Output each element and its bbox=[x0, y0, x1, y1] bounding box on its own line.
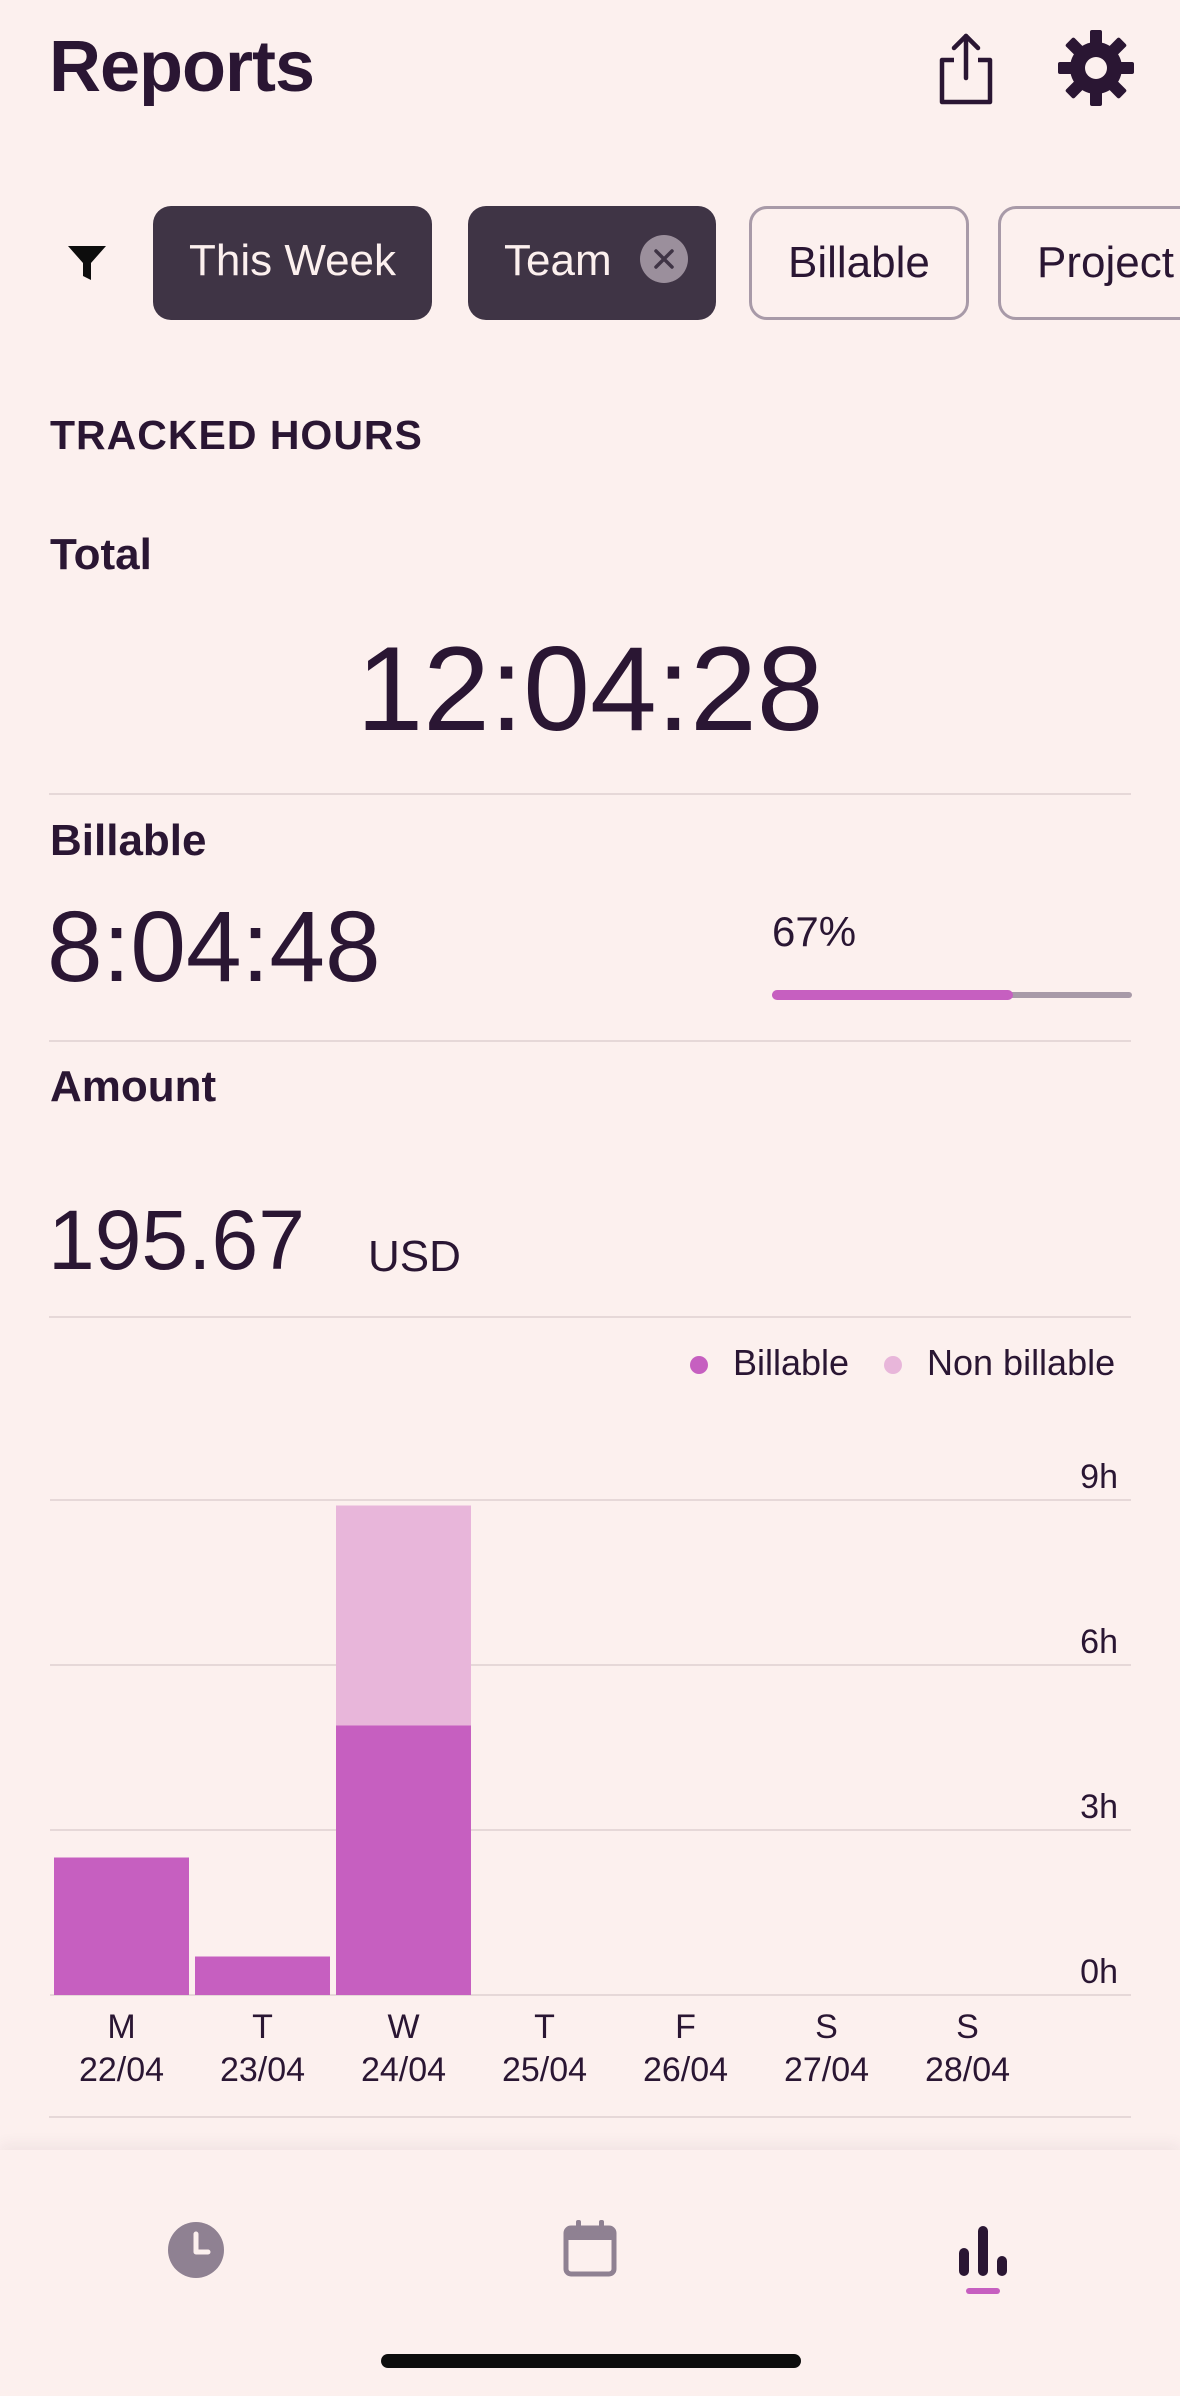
share-icon[interactable] bbox=[926, 28, 1006, 108]
clock-icon bbox=[168, 2222, 224, 2278]
nav-calendar[interactable] bbox=[550, 2210, 630, 2290]
divider bbox=[49, 1316, 1131, 1318]
bar-billable[interactable] bbox=[195, 1956, 330, 1996]
header: Reports bbox=[0, 0, 1180, 150]
divider bbox=[49, 1040, 1131, 1042]
legend-billable-dot bbox=[690, 1356, 708, 1374]
chip-this-week[interactable]: This Week bbox=[153, 206, 433, 320]
home-indicator bbox=[381, 2354, 801, 2368]
active-tab-indicator bbox=[966, 2288, 1000, 2294]
chip-project[interactable]: Project bbox=[998, 206, 1180, 320]
billable-progress-bar bbox=[772, 990, 1132, 1000]
x-tick-day: S bbox=[815, 2008, 838, 2046]
divider bbox=[49, 793, 1131, 795]
x-tick-date: 26/04 bbox=[643, 2051, 728, 2089]
amount-currency: USD bbox=[368, 1232, 461, 1281]
amount-label: Amount bbox=[50, 1062, 217, 1111]
amount-value: 195.67 bbox=[48, 1193, 305, 1287]
calendar-icon bbox=[563, 2220, 617, 2277]
billable-progress-fill bbox=[772, 990, 1014, 1000]
x-tick-date: 27/04 bbox=[784, 2051, 869, 2089]
filter-icon[interactable] bbox=[66, 242, 108, 284]
billable-value: 8:04:48 bbox=[47, 891, 381, 1003]
divider bbox=[49, 2116, 1131, 2118]
x-tick-day: T bbox=[252, 2008, 273, 2046]
filter-bar: This Week Team Billable Project bbox=[0, 200, 1180, 320]
nav-timer[interactable] bbox=[156, 2210, 236, 2290]
y-tick-label: 3h bbox=[1080, 1788, 1118, 1826]
total-value: 12:04:28 bbox=[356, 622, 824, 756]
y-tick-label: 9h bbox=[1080, 1458, 1118, 1496]
x-tick-day: W bbox=[387, 2008, 419, 2046]
nav-reports[interactable] bbox=[943, 2210, 1023, 2290]
total-label: Total bbox=[50, 530, 152, 579]
legend-billable: Billable bbox=[733, 1342, 850, 1383]
gear-icon[interactable] bbox=[1056, 28, 1136, 108]
bar-billable[interactable] bbox=[336, 1725, 471, 1996]
x-tick-day: M bbox=[107, 2008, 135, 2046]
x-tick-day: F bbox=[675, 2008, 696, 2046]
bar-chart-icon bbox=[959, 2226, 1007, 2276]
page-title: Reports bbox=[49, 27, 315, 107]
chip-team[interactable]: Team bbox=[468, 206, 716, 320]
x-tick-date: 23/04 bbox=[220, 2051, 305, 2089]
chip-label: This Week bbox=[189, 236, 397, 285]
x-tick-day: S bbox=[956, 2008, 979, 2046]
hours-bar-chart: 0h 3h 6h 9h M 22/04 T 23/04 W 24/04 T 25/04 F 26/04 S 2… bbox=[50, 1458, 1131, 2089]
x-tick-date: 24/04 bbox=[361, 2051, 446, 2089]
bar-billable[interactable] bbox=[54, 1857, 189, 1996]
bottom-nav bbox=[0, 2150, 1180, 2396]
chip-label: Billable bbox=[788, 238, 930, 287]
legend-non-billable: Non billable bbox=[927, 1342, 1116, 1383]
billable-label: Billable bbox=[50, 816, 207, 865]
billable-percent: 67% bbox=[772, 908, 857, 955]
chip-billable[interactable]: Billable bbox=[749, 206, 969, 320]
x-tick-date: 28/04 bbox=[925, 2051, 1010, 2089]
remove-chip-icon[interactable] bbox=[639, 235, 688, 284]
x-tick-date: 22/04 bbox=[79, 2051, 164, 2089]
x-tick-date: 25/04 bbox=[502, 2051, 587, 2089]
chip-label: Project bbox=[1037, 238, 1174, 287]
x-tick-day: T bbox=[534, 2008, 555, 2046]
legend-non-billable-dot bbox=[884, 1356, 902, 1374]
chip-label: Team bbox=[504, 236, 612, 285]
y-tick-label: 0h bbox=[1080, 1953, 1118, 1991]
bar-non-billable[interactable] bbox=[336, 1505, 471, 1726]
section-title: TRACKED HOURS bbox=[50, 412, 423, 458]
y-tick-label: 6h bbox=[1080, 1623, 1118, 1661]
